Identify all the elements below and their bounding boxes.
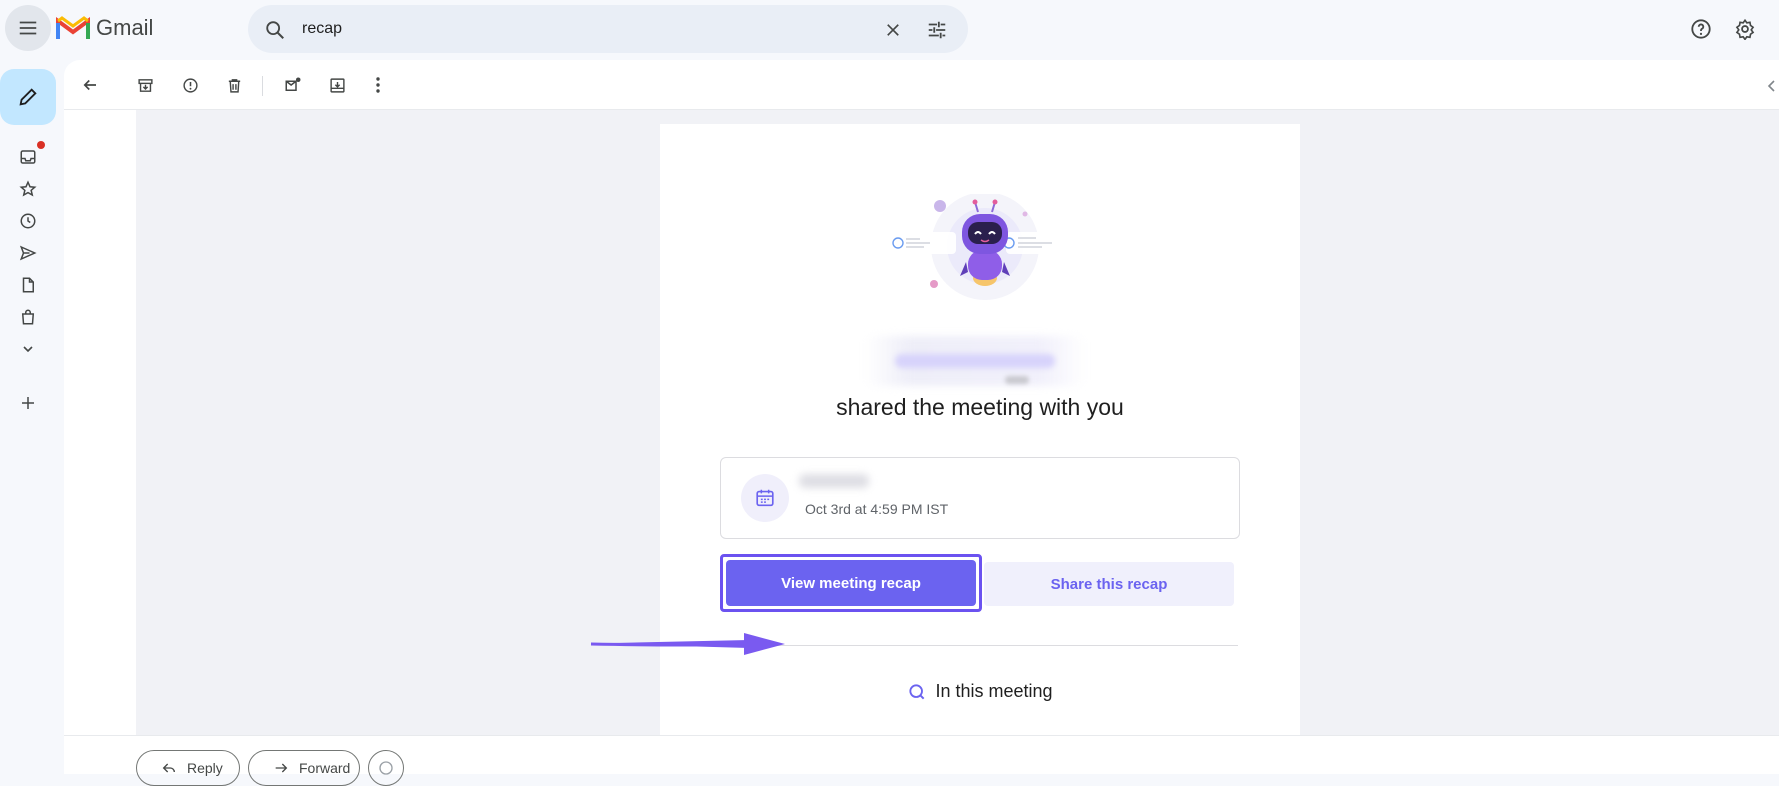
meeting-date: Oct 3rd at 4:59 PM IST (805, 501, 949, 517)
nav-purchases[interactable] (16, 305, 40, 329)
calendar-badge (741, 474, 789, 522)
mark-unread-button[interactable] (281, 73, 305, 97)
back-arrow-icon (83, 79, 96, 91)
inbox-icon (20, 150, 36, 164)
sender-name-sub-blur (1005, 376, 1029, 384)
search-icon[interactable] (264, 19, 286, 41)
message-toolbar (64, 60, 1779, 110)
in-this-meeting-label: In this meeting (935, 681, 1053, 701)
search-small-icon (909, 683, 925, 699)
unread-badge (37, 141, 45, 149)
sender-name-blur (895, 354, 1055, 368)
nav-more[interactable] (16, 337, 40, 361)
more-options-button[interactable] (366, 73, 390, 97)
settings-button[interactable] (1732, 16, 1758, 42)
emoji-reaction-button[interactable] (368, 750, 404, 786)
archive-icon (137, 78, 153, 92)
mark-unread-icon (285, 77, 301, 91)
help-icon (1691, 19, 1711, 39)
move-icon (329, 77, 345, 93)
search-bar[interactable] (248, 5, 968, 53)
archive-button[interactable] (133, 73, 157, 97)
send-icon (19, 245, 37, 261)
meeting-info-box: Oct 3rd at 4:59 PM IST (720, 457, 1240, 539)
app-name: Gmail (96, 15, 154, 40)
nav-starred[interactable] (16, 177, 40, 201)
main-menu-button[interactable] (5, 5, 51, 51)
message-panel: shared the meeting with you Oct 3rd at 4… (64, 60, 1779, 786)
move-to-button[interactable] (325, 73, 349, 97)
plus-icon (22, 397, 34, 409)
reply-button[interactable]: Reply (136, 750, 240, 786)
top-bar: Gmail (0, 0, 1779, 58)
gmail-logo[interactable]: Gmail (56, 15, 153, 41)
report-spam-button[interactable] (178, 73, 202, 97)
bag-icon (21, 309, 35, 325)
report-icon (182, 77, 198, 93)
robot-illustration (886, 194, 1076, 300)
menu-icon (19, 21, 37, 35)
nav-inbox[interactable] (16, 141, 45, 169)
gear-icon (1735, 18, 1755, 40)
content-divider (722, 645, 1238, 646)
back-button[interactable] (78, 73, 102, 97)
shared-title: shared the meeting with you (836, 394, 1124, 420)
trash-icon (228, 78, 240, 93)
side-panel-toggle[interactable] (1764, 76, 1778, 96)
compose-button[interactable] (0, 69, 56, 125)
emoji-icon (379, 761, 393, 775)
chevron-left-icon (1767, 80, 1775, 92)
share-recap-button[interactable]: Share this recap (984, 562, 1234, 606)
delete-button[interactable] (222, 73, 246, 97)
nav-snoozed[interactable] (16, 209, 40, 233)
tune-icon (928, 21, 946, 39)
draft-icon (22, 277, 34, 293)
annotation-arrow (590, 633, 785, 655)
gmail-logo-icon (56, 16, 90, 39)
forward-button[interactable]: Forward (248, 750, 360, 786)
nav-sent[interactable] (16, 241, 40, 265)
clear-search-button[interactable] (880, 17, 906, 43)
calendar-icon (756, 489, 774, 507)
search-input[interactable] (302, 17, 862, 41)
nav-drafts[interactable] (16, 273, 40, 297)
search-options-button[interactable] (924, 17, 950, 43)
close-icon (887, 24, 899, 36)
create-label-button[interactable] (16, 391, 40, 415)
more-icon (376, 77, 380, 93)
in-this-meeting-section: In this meeting (660, 681, 1300, 702)
view-meeting-recap-button[interactable]: View meeting recap (726, 560, 976, 606)
star-icon (19, 180, 37, 197)
chevron-down-icon (23, 346, 33, 353)
clock-icon (20, 213, 36, 229)
meeting-name-redacted (799, 474, 869, 488)
pencil-icon (19, 88, 37, 106)
toolbar-separator (262, 76, 263, 96)
reply-actions-bar: Reply Forward (64, 735, 1779, 786)
help-button[interactable] (1688, 16, 1714, 42)
